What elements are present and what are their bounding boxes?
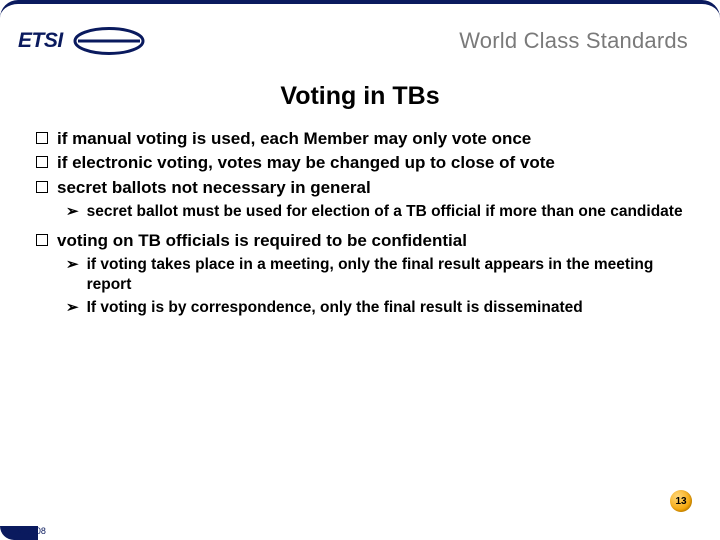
page-number-badge: 13	[670, 490, 692, 512]
bullet-level1: if electronic voting, votes may be chang…	[36, 152, 684, 173]
slide-body: if manual voting is used, each Member ma…	[36, 128, 684, 321]
bullet-text: if manual voting is used, each Member ma…	[57, 128, 531, 149]
arrow-bullet-icon: ➢	[66, 256, 79, 274]
checkbox-bullet-icon	[36, 181, 48, 193]
etsi-logo: ETSI	[18, 26, 148, 56]
bullet-level2: ➢ if voting takes place in a meeting, on…	[66, 255, 684, 294]
bullet-level2: ➢ If voting is by correspondence, only t…	[66, 298, 684, 317]
checkbox-bullet-icon	[36, 156, 48, 168]
checkbox-bullet-icon	[36, 132, 48, 144]
checkbox-bullet-icon	[36, 234, 48, 246]
bullet-text: If voting is by correspondence, only the…	[87, 298, 583, 317]
bullet-text: secret ballot must be used for election …	[87, 202, 683, 221]
page-number: 13	[675, 496, 686, 507]
arrow-bullet-icon: ➢	[66, 203, 79, 221]
slide-title: Voting in TBs	[0, 82, 720, 111]
arrow-bullet-icon: ➢	[66, 299, 79, 317]
bullet-level1: if manual voting is used, each Member ma…	[36, 128, 684, 149]
bullet-text: voting on TB officials is required to be…	[57, 230, 467, 251]
header-tagline: World Class Standards	[459, 28, 688, 54]
bullet-level1: voting on TB officials is required to be…	[36, 230, 684, 251]
logo-text: ETSI	[18, 29, 63, 53]
bullet-text: if voting takes place in a meeting, only…	[87, 255, 684, 294]
footer-code: SEM11-08	[4, 526, 46, 536]
slide: ETSI World Class Standards Voting in TBs…	[0, 0, 720, 540]
bullet-level1: secret ballots not necessary in general	[36, 177, 684, 198]
bullet-text: secret ballots not necessary in general	[57, 177, 371, 198]
bullet-text: if electronic voting, votes may be chang…	[57, 152, 555, 173]
logo-oval-icon	[72, 26, 146, 56]
bullet-level2: ➢ secret ballot must be used for electio…	[66, 202, 684, 221]
